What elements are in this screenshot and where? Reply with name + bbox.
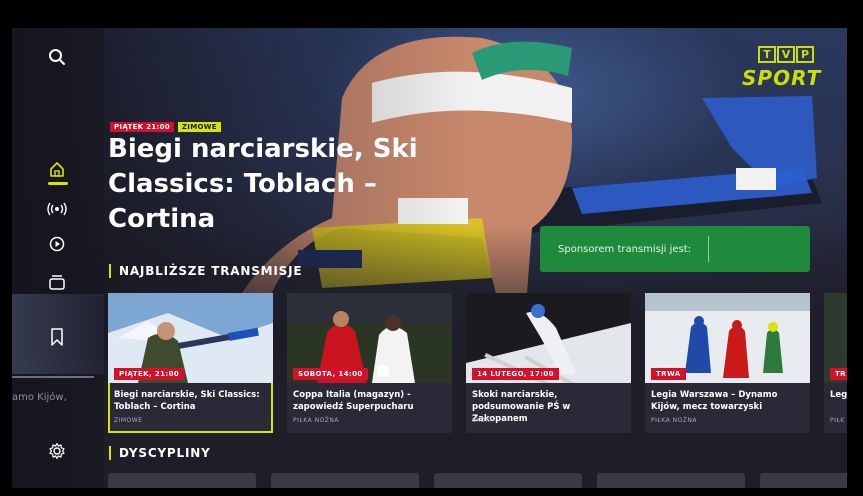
card-thumbnail: SOBOTA, 14:00 bbox=[287, 293, 452, 383]
section-upcoming-title: NAJBLIŻSZE TRANSMISJE bbox=[119, 264, 303, 278]
sponsor-divider bbox=[708, 236, 709, 262]
tv-app-screen: TVP SPORT PIĄTEK 21:00 ZIMOWE Biegi narc… bbox=[12, 28, 847, 488]
home-active-indicator bbox=[48, 182, 68, 185]
section-upcoming-heading: NAJBLIŻSZE TRANSMISJE bbox=[109, 264, 302, 278]
sponsor-box: Sponsorem transmisji jest: bbox=[540, 226, 810, 272]
replay-icon[interactable] bbox=[46, 233, 68, 255]
hero-badges: PIĄTEK 21:00 ZIMOWE bbox=[110, 122, 221, 132]
broadcast-card[interactable]: TR Leg mec PIŁK bbox=[824, 293, 847, 433]
card-category: PIŁK bbox=[830, 417, 845, 424]
card-time-badge: 14 LUTEGO, 17:00 bbox=[472, 368, 559, 380]
card-thumbnail: PIĄTEK, 21:00 bbox=[108, 293, 273, 383]
sidebar: amo Kijów, bbox=[12, 28, 104, 488]
upcoming-broadcasts-row: PIĄTEK, 21:00 Biegi narciarskie, Ski Cla… bbox=[108, 293, 847, 435]
hero-date-badge: PIĄTEK 21:00 bbox=[110, 122, 174, 132]
logo-tvp: TVP bbox=[758, 46, 815, 63]
card-time-badge: PIĄTEK, 21:00 bbox=[114, 368, 185, 380]
card-category: PIŁKA NOŻNA bbox=[293, 417, 340, 424]
card-title: Coppa Italia (magazyn) - zapowiedź Super… bbox=[293, 390, 414, 412]
logo-letter: T bbox=[758, 46, 776, 63]
sponsor-label: Sponsorem transmisji jest: bbox=[558, 243, 692, 255]
discipline-tile[interactable] bbox=[760, 473, 847, 488]
card-time-badge: TR bbox=[830, 368, 847, 380]
layers-icon[interactable] bbox=[46, 271, 68, 293]
sidebar-peek-progress bbox=[12, 376, 94, 378]
card-title: Skoki narciarskie, podsumowanie PŚ w Zak… bbox=[472, 390, 571, 424]
section-accent-bar bbox=[109, 446, 111, 460]
card-live-badge: TRWA bbox=[651, 368, 686, 380]
discipline-tile[interactable] bbox=[108, 473, 256, 488]
search-icon[interactable] bbox=[46, 46, 68, 68]
discipline-tile[interactable] bbox=[597, 473, 745, 488]
section-disciplines-heading: DYSCYPLINY bbox=[109, 446, 211, 460]
card-category: ZIMOWE bbox=[114, 417, 143, 424]
hero-title: Biegi narciarskie, Ski Classics: Toblach… bbox=[108, 134, 418, 234]
broadcast-card[interactable]: SOBOTA, 14:00 Coppa Italia (magazyn) - z… bbox=[287, 293, 452, 433]
discipline-tile[interactable] bbox=[434, 473, 582, 488]
card-category: SKOKI bbox=[472, 417, 493, 424]
broadcast-icon[interactable] bbox=[46, 198, 68, 220]
card-thumbnail: TRWA bbox=[645, 293, 810, 383]
card-category: PIŁKA NOŻNA bbox=[651, 417, 698, 424]
card-thumbnail: TR bbox=[824, 293, 847, 383]
broadcast-card[interactable]: TRWA Legia Warszawa – Dynamo Kijów, mecz… bbox=[645, 293, 810, 433]
discipline-tile[interactable] bbox=[271, 473, 419, 488]
logo-letter: P bbox=[796, 46, 814, 63]
card-thumbnail: 14 LUTEGO, 17:00 bbox=[466, 293, 631, 383]
broadcast-card[interactable]: 14 LUTEGO, 17:00 Skoki narciarskie, pods… bbox=[466, 293, 631, 433]
card-title: Legia Warszawa – Dynamo Kijów, mecz towa… bbox=[651, 390, 778, 412]
section-accent-bar bbox=[109, 264, 111, 278]
home-icon[interactable] bbox=[46, 158, 68, 180]
logo-letter: V bbox=[777, 46, 795, 63]
tvp-sport-logo: TVP SPORT bbox=[742, 46, 832, 96]
card-time-badge: SOBOTA, 14:00 bbox=[293, 368, 368, 380]
hero-category-badge: ZIMOWE bbox=[177, 122, 221, 132]
card-title: Leg mec bbox=[830, 390, 847, 400]
logo-sport-text: SPORT bbox=[742, 66, 822, 90]
gear-icon[interactable] bbox=[46, 440, 68, 462]
card-title: Biegi narciarskie, Ski Classics: Toblach… bbox=[114, 390, 260, 412]
sidebar-peek-text: amo Kijów, bbox=[12, 392, 67, 403]
broadcast-card[interactable]: PIĄTEK, 21:00 Biegi narciarskie, Ski Cla… bbox=[108, 293, 273, 433]
section-disciplines-title: DYSCYPLINY bbox=[119, 446, 211, 460]
bookmark-icon[interactable] bbox=[46, 326, 68, 348]
